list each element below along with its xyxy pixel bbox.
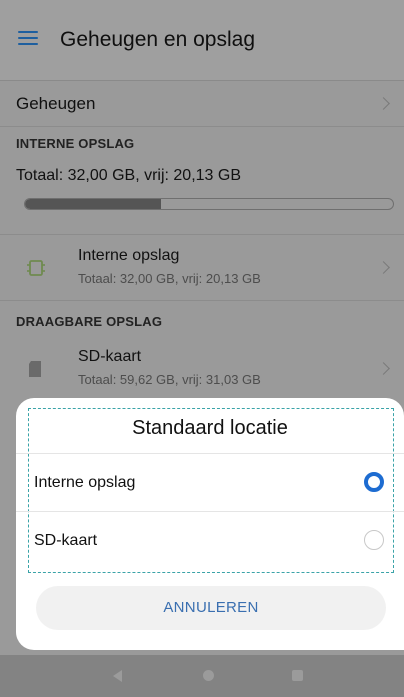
radio-unselected-icon[interactable]	[364, 530, 384, 550]
default-location-dialog: Standaard locatie Interne opslag SD-kaar…	[16, 398, 404, 650]
sd-card-icon	[29, 361, 41, 377]
option-label: SD-kaart	[34, 532, 98, 549]
sd-card-details: Totaal: 59,62 GB, vrij: 31,03 GB	[78, 372, 261, 387]
chevron-right-icon	[377, 362, 390, 375]
chevron-right-icon	[377, 261, 390, 274]
option-label: Interne opslag	[34, 474, 136, 491]
geheugen-label: Geheugen	[16, 94, 96, 113]
internal-storage-icon	[27, 260, 45, 276]
divider	[0, 300, 404, 301]
home-icon[interactable]	[203, 670, 214, 681]
storage-usage-fill	[25, 199, 162, 209]
storage-settings-screen: Geheugen en opslag Geheugen INTERNE OPSL…	[0, 0, 404, 697]
system-navigation-bar	[0, 655, 404, 697]
sd-card-name: SD-kaart	[78, 348, 142, 365]
page-title: Geheugen en opslag	[60, 28, 255, 51]
cancel-button[interactable]: ANNULEREN	[36, 586, 386, 630]
internal-storage-details: Totaal: 32,00 GB, vrij: 20,13 GB	[78, 271, 261, 286]
storage-usage-bar	[24, 198, 394, 210]
sd-card-item[interactable]: SD-kaart Totaal: 59,62 GB, vrij: 31,03 G…	[0, 336, 404, 400]
internal-storage-name: Interne opslag	[78, 247, 180, 264]
internal-storage-item[interactable]: Interne opslag Totaal: 32,00 GB, vrij: 2…	[0, 234, 404, 299]
option-sd-card[interactable]: SD-kaart	[16, 511, 404, 570]
radio-selected-icon[interactable]	[364, 472, 384, 492]
section-header-removable: DRAAGBARE OPSLAG	[16, 314, 163, 329]
dialog-title: Standaard locatie	[132, 417, 288, 439]
recents-icon[interactable]	[292, 670, 303, 681]
geheugen-row[interactable]: Geheugen	[0, 80, 404, 127]
internal-storage-summary: Totaal: 32,00 GB, vrij: 20,13 GB	[16, 167, 242, 184]
back-icon[interactable]	[113, 670, 122, 682]
chevron-right-icon	[377, 97, 390, 110]
section-header-internal: INTERNE OPSLAG	[16, 136, 135, 151]
option-internal-storage[interactable]: Interne opslag	[16, 453, 404, 512]
hamburger-menu-icon[interactable]	[18, 31, 38, 45]
app-header: Geheugen en opslag	[0, 0, 404, 81]
